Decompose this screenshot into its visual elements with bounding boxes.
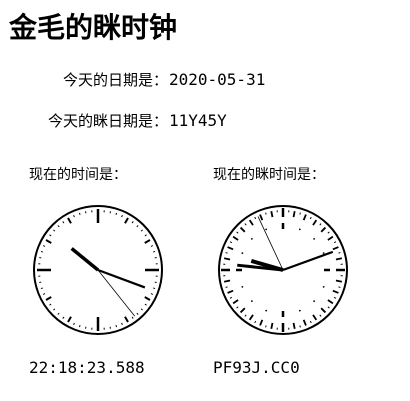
page-title: 金毛的眯时钟 [9,11,178,44]
major-tick [270,210,274,218]
minor-tick [225,286,228,288]
minute-tick [115,325,118,328]
major-tick [292,210,296,218]
clock-caption: 现在的时间是： [29,167,127,183]
inner-dot [241,252,244,255]
date-row: 今天的日期是： 2020-05-31 [0,69,410,91]
mi-analog-clock [218,205,348,335]
minor-tick [265,325,267,328]
mi-clock-caption: 现在的眯时间是： [213,167,325,183]
inner-dot [265,309,268,312]
minute-tick [78,212,81,215]
inner-dot [313,237,316,240]
inner-dot [298,228,301,231]
minor-tick [225,252,228,254]
major-tick [270,322,274,330]
inner-dot [250,237,253,240]
minute-tick [40,287,43,290]
inner-dot [322,252,325,255]
mi-date-value: 11Y45Y [169,111,227,130]
major-tick [335,257,343,261]
minute-tick [153,287,156,290]
minor-tick [299,212,301,215]
date-value: 2020-05-31 [169,70,266,89]
minor-tick [338,252,341,254]
analog-clock [33,205,163,335]
major-tick [292,322,296,330]
inner-dot [298,309,301,312]
major-tick [223,279,231,283]
inner-dot [313,300,316,303]
minute-tick [115,212,118,215]
minor-tick [299,325,301,328]
minute-tick [78,325,81,328]
mi-date-row: 今天的眯日期是： 11Y45Y [0,110,410,132]
major-tick [223,257,231,261]
digital-time: 22:18:23.588 [29,358,145,377]
inner-dot [265,228,268,231]
minor-tick [265,212,267,215]
minute-tick [153,250,156,253]
inner-dot [322,285,325,288]
date-label: 今天的日期是： [62,71,168,89]
inner-dot [250,300,253,303]
major-tick [335,279,343,283]
minute-tick [40,250,43,253]
mi-digital-time: PF93J.CC0 [213,358,300,377]
inner-dot [241,285,244,288]
mi-date-label: 今天的眯日期是： [47,112,168,130]
minor-tick [338,286,341,288]
